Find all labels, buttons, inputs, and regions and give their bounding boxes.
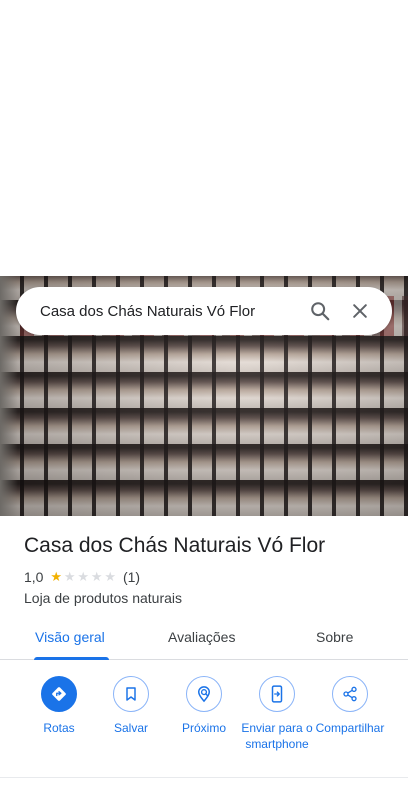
save-label: Salvar [113,721,148,735]
nearby-icon [186,676,222,712]
tab-reviews[interactable]: Avaliações [168,629,235,645]
search-icon[interactable] [300,291,340,331]
share-icon [332,676,368,712]
tab-bar: Visão geral Avaliações Sobre [0,618,408,660]
tab-overview[interactable]: Visão geral [35,629,105,645]
send-to-phone-button[interactable]: Enviar para o smartphone [240,676,314,752]
star-icon: ★ [50,569,63,584]
directions-button[interactable]: Rotas [22,676,96,736]
share-button[interactable]: Compartilhar [313,676,387,736]
directions-label: Rotas [43,721,75,735]
nearby-label: Próximo [181,721,226,735]
share-label: Compartilhar [315,721,385,735]
rating-row[interactable]: 1,0 ★ ★ ★ ★ ★ (1) [24,569,140,585]
star-icon: ★ [90,569,103,584]
place-category: Loja de produtos naturais [24,590,182,606]
star-icon: ★ [63,569,76,584]
send-to-phone-icon [259,676,295,712]
action-bar: Rotas Salvar Próximo Enviar para o smart… [0,676,408,776]
review-count[interactable]: (1) [123,569,140,585]
star-icon: ★ [104,569,117,584]
tab-about[interactable]: Sobre [316,629,353,645]
save-button[interactable]: Salvar [94,676,168,736]
active-tab-indicator [34,657,109,660]
close-icon[interactable] [340,291,380,331]
send-to-phone-label: Enviar para o smartphone [241,721,313,751]
star-icon: ★ [77,569,90,584]
directions-icon [41,676,77,712]
nearby-button[interactable]: Próximo [167,676,241,736]
blank-area [0,0,408,276]
search-bar[interactable]: Casa dos Chás Naturais Vó Flor [16,287,392,335]
bookmark-icon [113,676,149,712]
rating-stars: ★ ★ ★ ★ ★ [49,570,117,584]
place-title: Casa dos Chás Naturais Vó Flor [24,534,326,557]
rating-value: 1,0 [24,569,44,585]
section-divider [0,777,408,778]
search-query[interactable]: Casa dos Chás Naturais Vó Flor [40,303,300,320]
